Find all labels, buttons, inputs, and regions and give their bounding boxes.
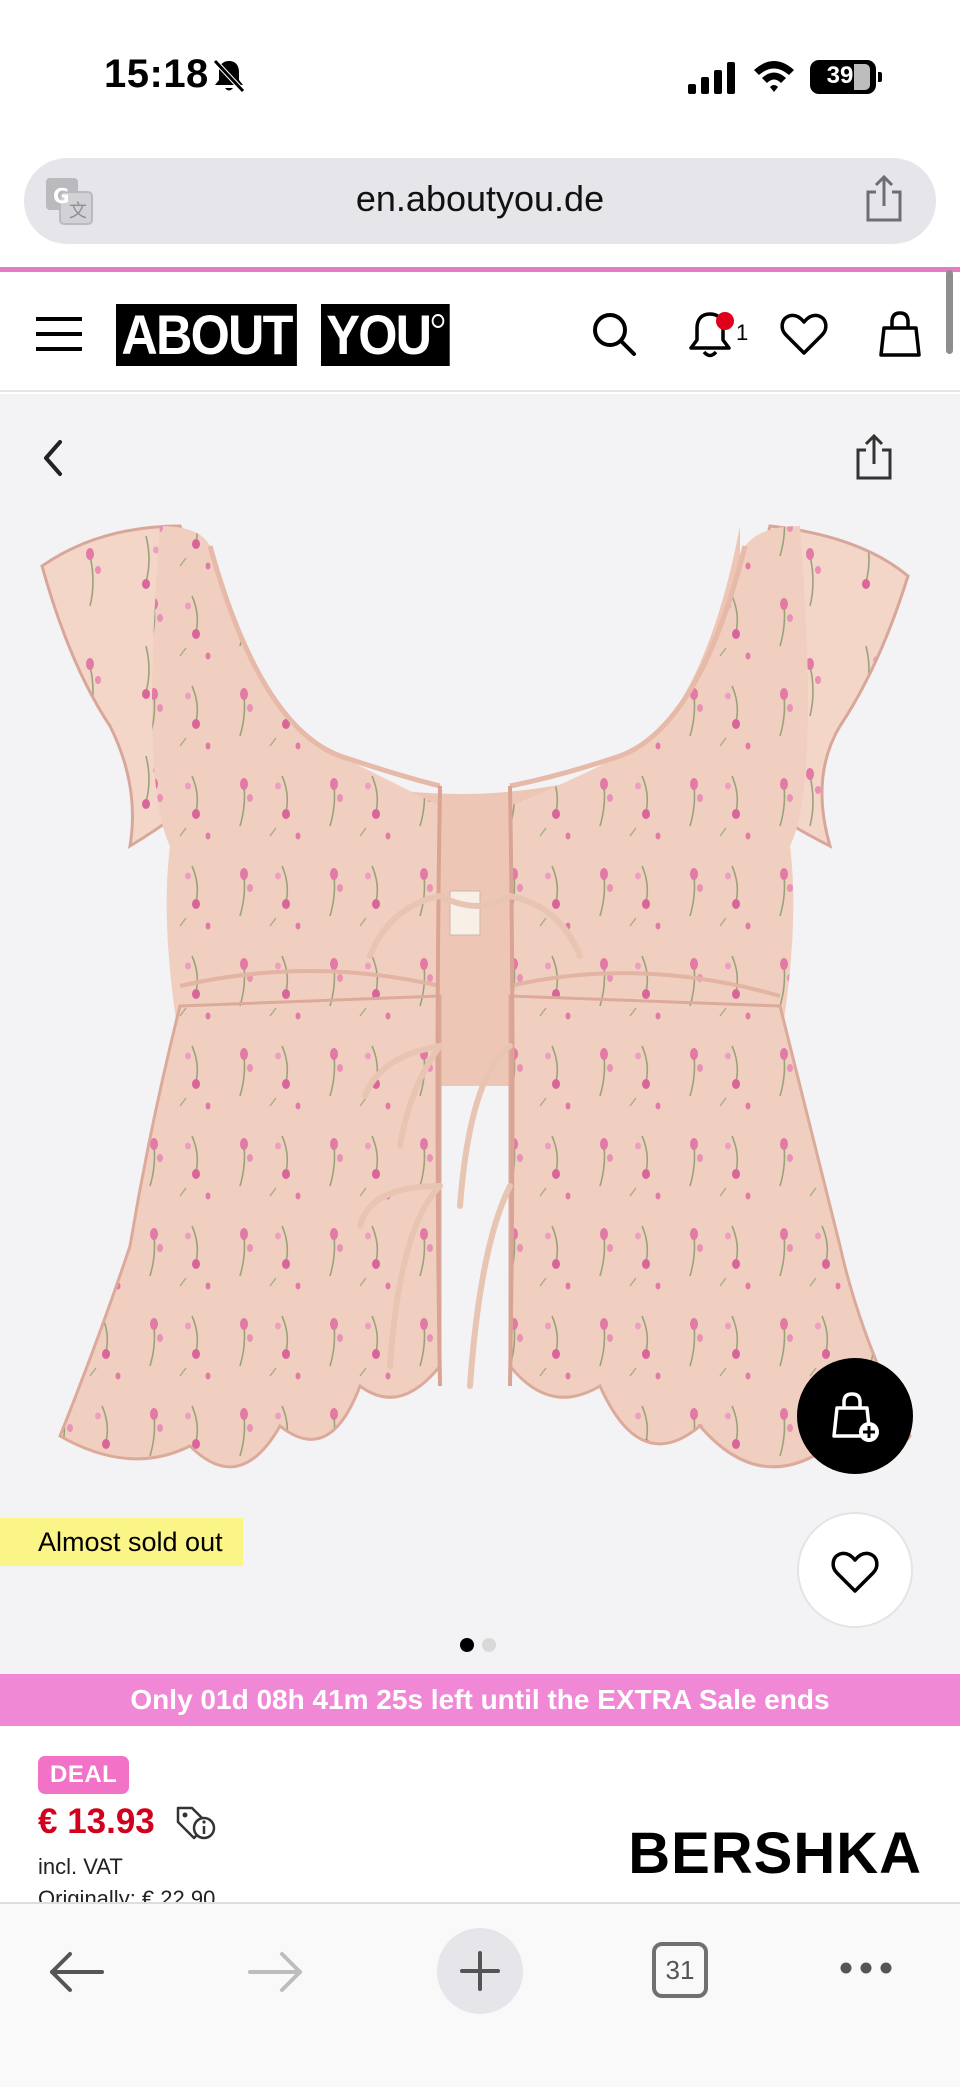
about-you-logo[interactable]: ABOUT YOU <box>116 304 464 366</box>
back-arrow-icon[interactable] <box>46 1950 106 1994</box>
wishlist-button[interactable] <box>797 1512 913 1628</box>
product-gallery[interactable]: Almost sold out <box>0 394 960 1674</box>
price-tag-info-icon[interactable] <box>174 1802 216 1842</box>
battery-nub <box>878 72 882 82</box>
bell-muted-icon <box>213 59 245 93</box>
bag-plus-icon <box>832 1392 879 1442</box>
forward-arrow-icon[interactable] <box>246 1950 306 1994</box>
almost-sold-out-badge: Almost sold out <box>0 1518 243 1566</box>
pagination-dot-active[interactable] <box>460 1638 474 1652</box>
pagination-dot[interactable] <box>482 1638 496 1652</box>
deal-badge: DEAL <box>38 1756 130 1794</box>
notification-count: 1 <box>736 320 749 345</box>
heart-icon <box>831 1551 879 1593</box>
new-tab-button[interactable] <box>437 1928 523 2014</box>
tab-switcher-button[interactable]: 31 <box>652 1942 708 1998</box>
search-icon[interactable] <box>588 308 640 360</box>
share-icon[interactable] <box>862 174 906 224</box>
brand-name[interactable]: BERSHKA <box>628 1820 922 1887</box>
url-text[interactable]: en.aboutyou.de <box>24 178 936 220</box>
current-price: € 13.93 <box>38 1802 155 1841</box>
original-price: Originally: € 22.90 <box>38 1886 216 1902</box>
sale-countdown-banner: Only 01d 08h 41m 25s left until the EXTR… <box>0 1674 960 1726</box>
site-header: ABOUT YOU 1 <box>0 272 960 392</box>
share-icon[interactable] <box>852 434 896 482</box>
menu-icon[interactable] <box>34 314 84 354</box>
status-bar: 15:18 39 <box>0 0 960 140</box>
browser-toolbar: 31 <box>0 1902 960 2087</box>
back-chevron-icon[interactable] <box>38 436 68 480</box>
logo-you: YOU <box>321 304 451 366</box>
logo-about: ABOUT <box>116 304 297 366</box>
status-time: 15:18 <box>104 52 209 96</box>
battery-indicator: 39 <box>810 60 882 94</box>
more-options-icon[interactable] <box>838 1960 894 1976</box>
image-pagination[interactable] <box>460 1638 496 1652</box>
vat-note: incl. VAT <box>38 1854 123 1879</box>
battery-percentage: 39 <box>826 62 854 89</box>
wifi-icon <box>754 61 794 92</box>
price-section: DEAL € 13.93 incl. VAT Originally: € 22.… <box>0 1726 960 1902</box>
notification-dot <box>716 312 734 330</box>
add-to-bag-button[interactable] <box>797 1358 913 1474</box>
scrollbar-thumb[interactable] <box>946 270 953 354</box>
cellular-signal-icon <box>688 62 735 94</box>
bag-icon[interactable] <box>874 308 926 360</box>
product-image-floral-top[interactable] <box>40 486 920 1566</box>
heart-icon[interactable] <box>778 308 830 360</box>
address-bar[interactable]: G 文 en.aboutyou.de <box>24 158 936 244</box>
plus-icon <box>460 1951 500 1991</box>
